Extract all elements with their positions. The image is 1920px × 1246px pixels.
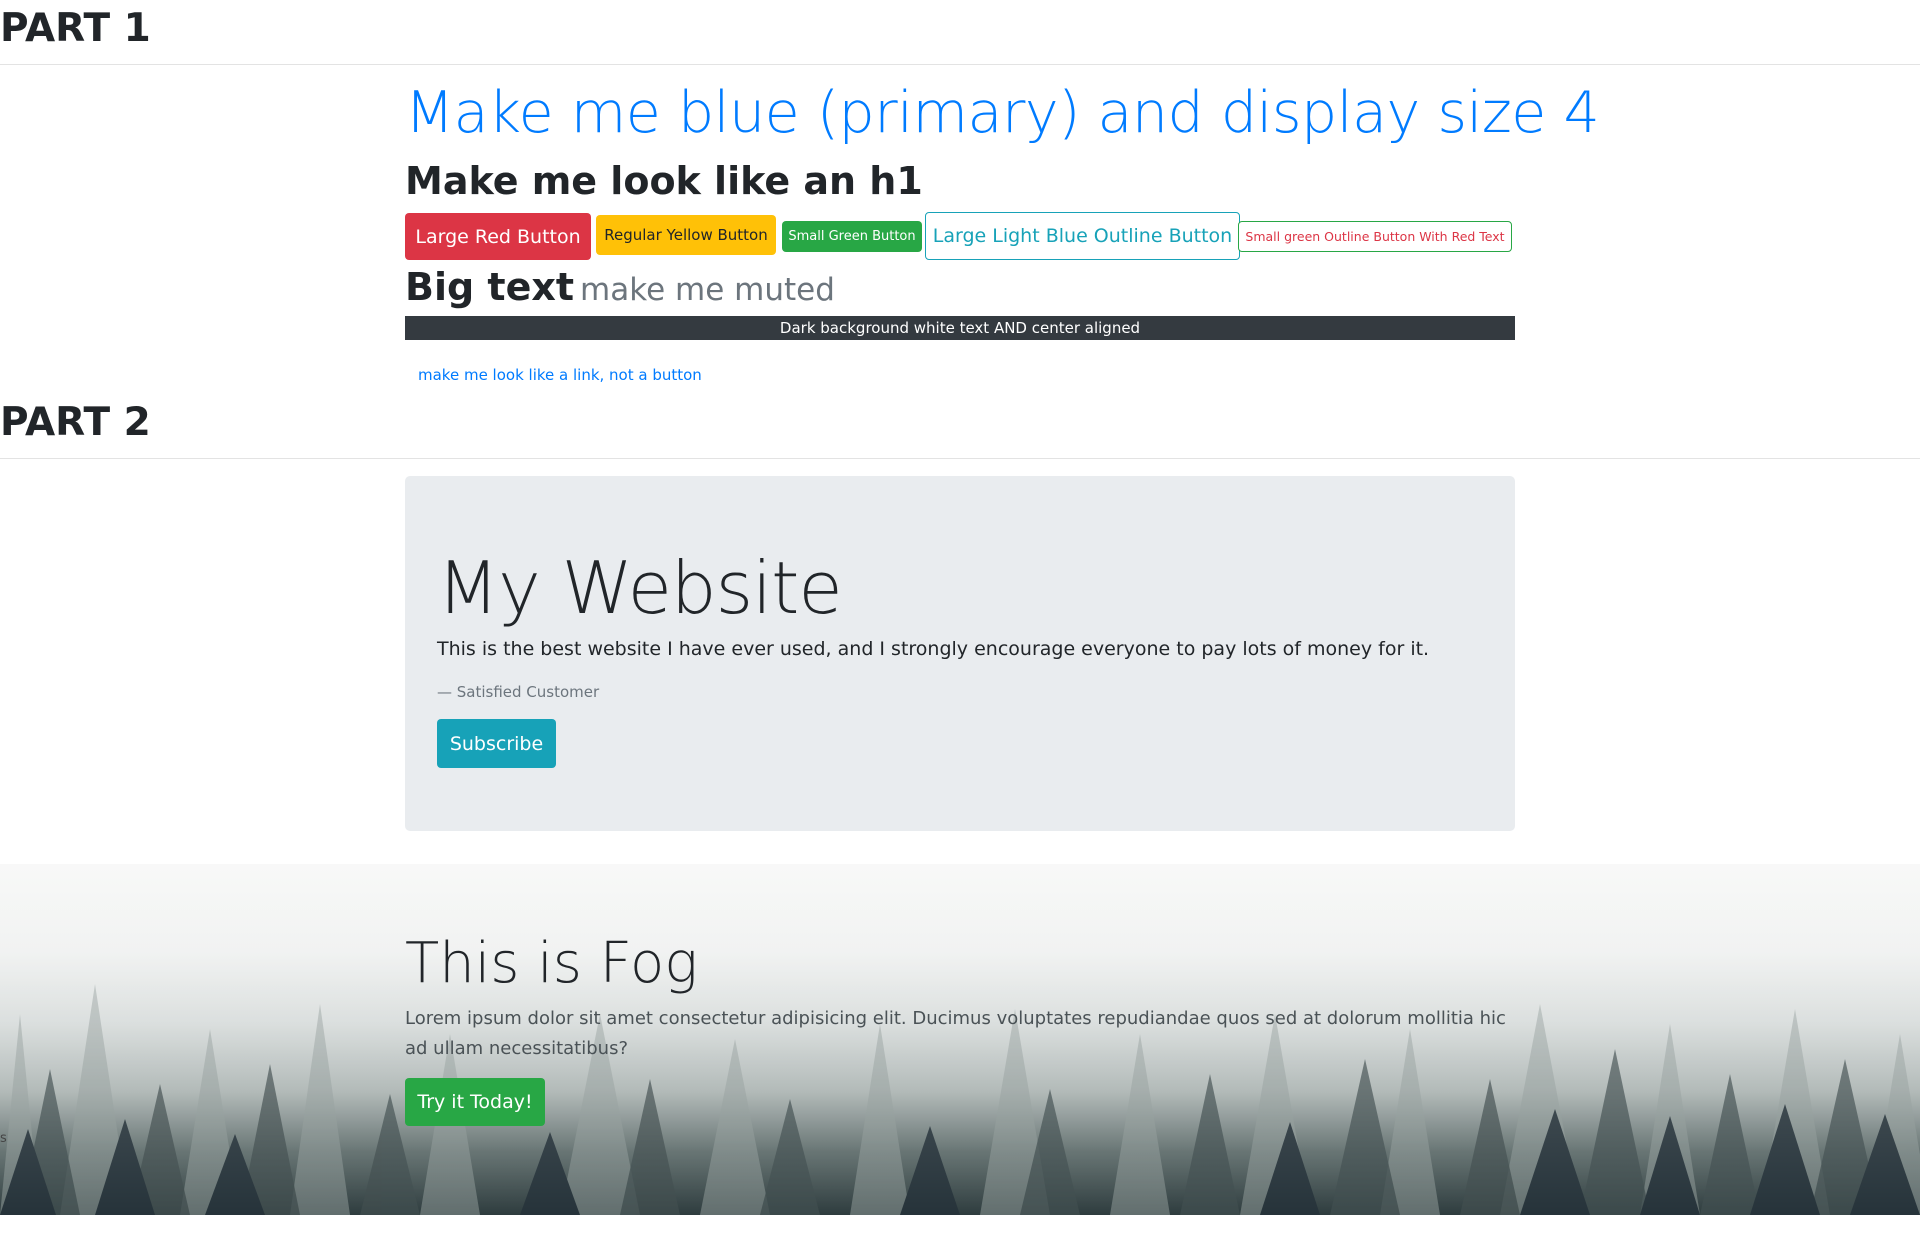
jumbotron-title: My Website bbox=[437, 546, 843, 630]
fog-paragraph: Lorem ipsum dolor sit amet consectetur a… bbox=[405, 1008, 1506, 1059]
try-it-today-button[interactable]: Try it Today! bbox=[405, 1078, 545, 1126]
part-2-container: My Website This is the best website I ha… bbox=[405, 0, 1515, 840]
jumbotron: My Website This is the best website I ha… bbox=[405, 476, 1515, 831]
fog-title: This is Fog bbox=[405, 931, 698, 996]
subscribe-button[interactable]: Subscribe bbox=[437, 719, 556, 768]
stray-character: s bbox=[0, 1131, 7, 1146]
blockquote-footer: — Satisfied Customer bbox=[437, 683, 600, 701]
part-2-title: PART 2 bbox=[0, 400, 151, 445]
part-1-title: PART 1 bbox=[0, 6, 151, 51]
fog-hero: This is Fog Lorem ipsum dolor sit amet c… bbox=[0, 864, 1920, 1215]
jumbotron-lead: This is the best website I have ever use… bbox=[437, 638, 1430, 660]
